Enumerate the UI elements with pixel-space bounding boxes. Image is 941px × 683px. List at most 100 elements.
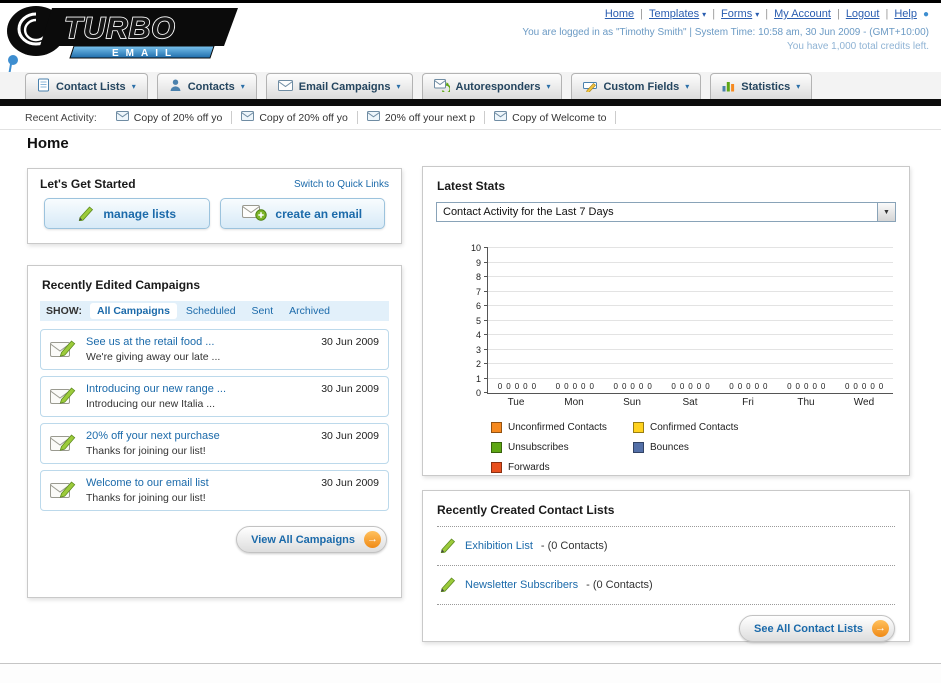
main-nav-tabs: Contact Lists ▾ Contacts ▾ Email Campaigns ▾ A… (0, 72, 941, 99)
manage-lists-button[interactable]: manage lists (44, 198, 210, 229)
campaign-text: 20% off your next purchase Thanks for joi… (86, 430, 312, 457)
orange-arrow-icon: → (364, 531, 381, 548)
latest-stats-panel: Latest Stats Contact Activity for the La… (422, 166, 910, 476)
bar-value-label: 0 (763, 382, 768, 391)
top-link-logout[interactable]: Logout (846, 8, 880, 20)
bar-value-label: 0 (679, 382, 685, 391)
top-link-home[interactable]: Home (605, 8, 634, 20)
pencil-icon (439, 575, 457, 595)
see-all-contact-lists-label: See All Contact Lists (753, 622, 863, 635)
see-all-contact-lists-button[interactable]: See All Contact Lists → (738, 615, 895, 642)
create-email-button[interactable]: create an email (219, 198, 385, 229)
tab-autoresponders[interactable]: Autoresponders ▾ (421, 73, 563, 99)
separator: | (836, 8, 840, 20)
top-link-templates[interactable]: Templates (649, 8, 699, 20)
y-tick-label: 9 (475, 257, 481, 268)
bar-value-label: 0 (621, 382, 627, 391)
campaign-filter-strip: SHOW: All Campaigns Scheduled Sent Archived (40, 301, 389, 321)
campaign-text: Introducing our new range ... Introducing… (86, 383, 312, 410)
envelope-icon (494, 111, 508, 124)
bar-value-label: 0 (853, 382, 858, 391)
select-dropdown-arrow-icon: ▼ (877, 203, 895, 221)
top-link-help[interactable]: Help (894, 8, 917, 20)
app-window: TURBO EMAIL Home | Templates ▾ | Forms ▾ | My Ac… (0, 0, 941, 683)
tab-statistics[interactable]: Statistics ▾ (710, 73, 813, 99)
filter-all-campaigns[interactable]: All Campaigns (89, 303, 177, 319)
recent-activity-item-label: 20% off your next p (384, 111, 476, 124)
envelope-plus-icon (242, 203, 268, 224)
create-email-label: create an email (275, 206, 363, 221)
envelope-icon (115, 111, 129, 124)
bar-value-label: 0 (514, 382, 520, 391)
stats-period-value: Contact Activity for the Last 7 Days (443, 206, 614, 218)
campaign-date: 30 Jun 2009 (321, 430, 379, 442)
recent-activity-item[interactable]: Copy of 20% off yo (232, 111, 358, 124)
recent-activity-item[interactable]: 20% off your next p (358, 111, 486, 124)
y-tick-label: 7 (475, 286, 481, 297)
bar-value-label: 0 (581, 382, 586, 391)
campaign-title-link[interactable]: Welcome to our email list (86, 477, 312, 489)
recent-activity-item[interactable]: Copy of 20% off yo (107, 111, 233, 124)
separator: | (640, 8, 644, 20)
show-label: SHOW: (46, 305, 82, 317)
recent-contact-lists-panel: Recently Created Contact Lists Exhibitio… (422, 490, 910, 642)
gridline (488, 334, 893, 335)
legend-swatch (491, 442, 502, 453)
turbo-email-logo: TURBO EMAIL (7, 6, 238, 59)
filter-sent[interactable]: Sent (245, 303, 281, 319)
campaign-title-link[interactable]: Introducing our new range ... (86, 383, 312, 395)
chevron-down-icon: ▾ (396, 82, 401, 91)
get-started-title: Let's Get Started (40, 177, 136, 191)
recent-activity-label: Recent Activity: (25, 111, 97, 124)
recent-activity-item-label: Copy of 20% off yo (259, 111, 348, 124)
top-link-forms[interactable]: Forms (721, 8, 752, 20)
tab-contact-lists[interactable]: Contact Lists ▾ (25, 73, 148, 99)
filter-scheduled[interactable]: Scheduled (179, 303, 243, 319)
bar-value-label: 0 (564, 382, 569, 391)
recent-activity-item-label: Copy of 20% off yo (133, 111, 223, 124)
campaign-title-link[interactable]: 20% off your next purchase (86, 430, 312, 442)
bar-value-label: 0 (746, 382, 751, 391)
campaign-title-link[interactable]: See us at the retail food ... (86, 336, 312, 348)
top-link-my-account[interactable]: My Account (774, 8, 831, 20)
tab-email-campaigns[interactable]: Email Campaigns ▾ (265, 73, 413, 99)
contact-list-item: Newsletter Subscribers - (0 Contacts) (437, 565, 895, 604)
gridline (488, 363, 893, 364)
tab-contacts[interactable]: Contacts ▾ (156, 73, 257, 99)
zero-value-group: 00000 (604, 382, 662, 391)
y-tick-mark (484, 348, 488, 350)
x-axis-label: Wed (853, 397, 875, 408)
envelope-icon (241, 111, 255, 124)
y-tick-label: 1 (475, 373, 481, 384)
chevron-down-icon: ▾ (685, 82, 690, 91)
contact-list-link[interactable]: Exhibition List (465, 540, 533, 552)
gridline (488, 319, 893, 321)
bar-value-label: 0 (705, 382, 710, 391)
campaigns-footer: View All Campaigns → (28, 517, 401, 562)
gridline (488, 377, 893, 379)
switch-to-quick-links-link[interactable]: Switch to Quick Links (294, 179, 389, 190)
filter-archived[interactable]: Archived (282, 303, 337, 319)
header: TURBO EMAIL Home | Templates ▾ | Forms ▾ | My Ac… (0, 3, 941, 106)
recent-contact-lists-title: Recently Created Contact Lists (437, 503, 615, 517)
bar-value-label: 0 (506, 382, 511, 391)
header-right: Home | Templates ▾ | Forms ▾ | My Account | Logout… (522, 8, 929, 52)
footer-divider (0, 663, 941, 683)
bar-value-label: 0 (795, 382, 800, 391)
recent-campaigns-title: Recently Edited Campaigns (42, 278, 201, 292)
y-tick-label: 3 (475, 344, 481, 355)
stats-period-select[interactable]: Contact Activity for the Last 7 Days ▼ (436, 202, 896, 222)
legend-label: Forwards (508, 462, 550, 473)
bar-value-label: 0 (688, 382, 693, 391)
bar-value-label: 0 (638, 382, 644, 391)
tab-label: Statistics (741, 80, 791, 93)
y-tick-mark (484, 290, 488, 292)
recent-activity-item[interactable]: Copy of Welcome to (485, 111, 617, 124)
view-all-campaigns-button[interactable]: View All Campaigns → (236, 526, 387, 553)
y-tick-mark (484, 261, 488, 263)
gridline (488, 290, 893, 292)
tab-custom-fields[interactable]: Custom Fields ▾ (571, 73, 702, 99)
legend-item: Bounces (633, 442, 775, 453)
contact-list-link[interactable]: Newsletter Subscribers (465, 579, 578, 591)
zero-value-group: 00000 (546, 382, 604, 391)
